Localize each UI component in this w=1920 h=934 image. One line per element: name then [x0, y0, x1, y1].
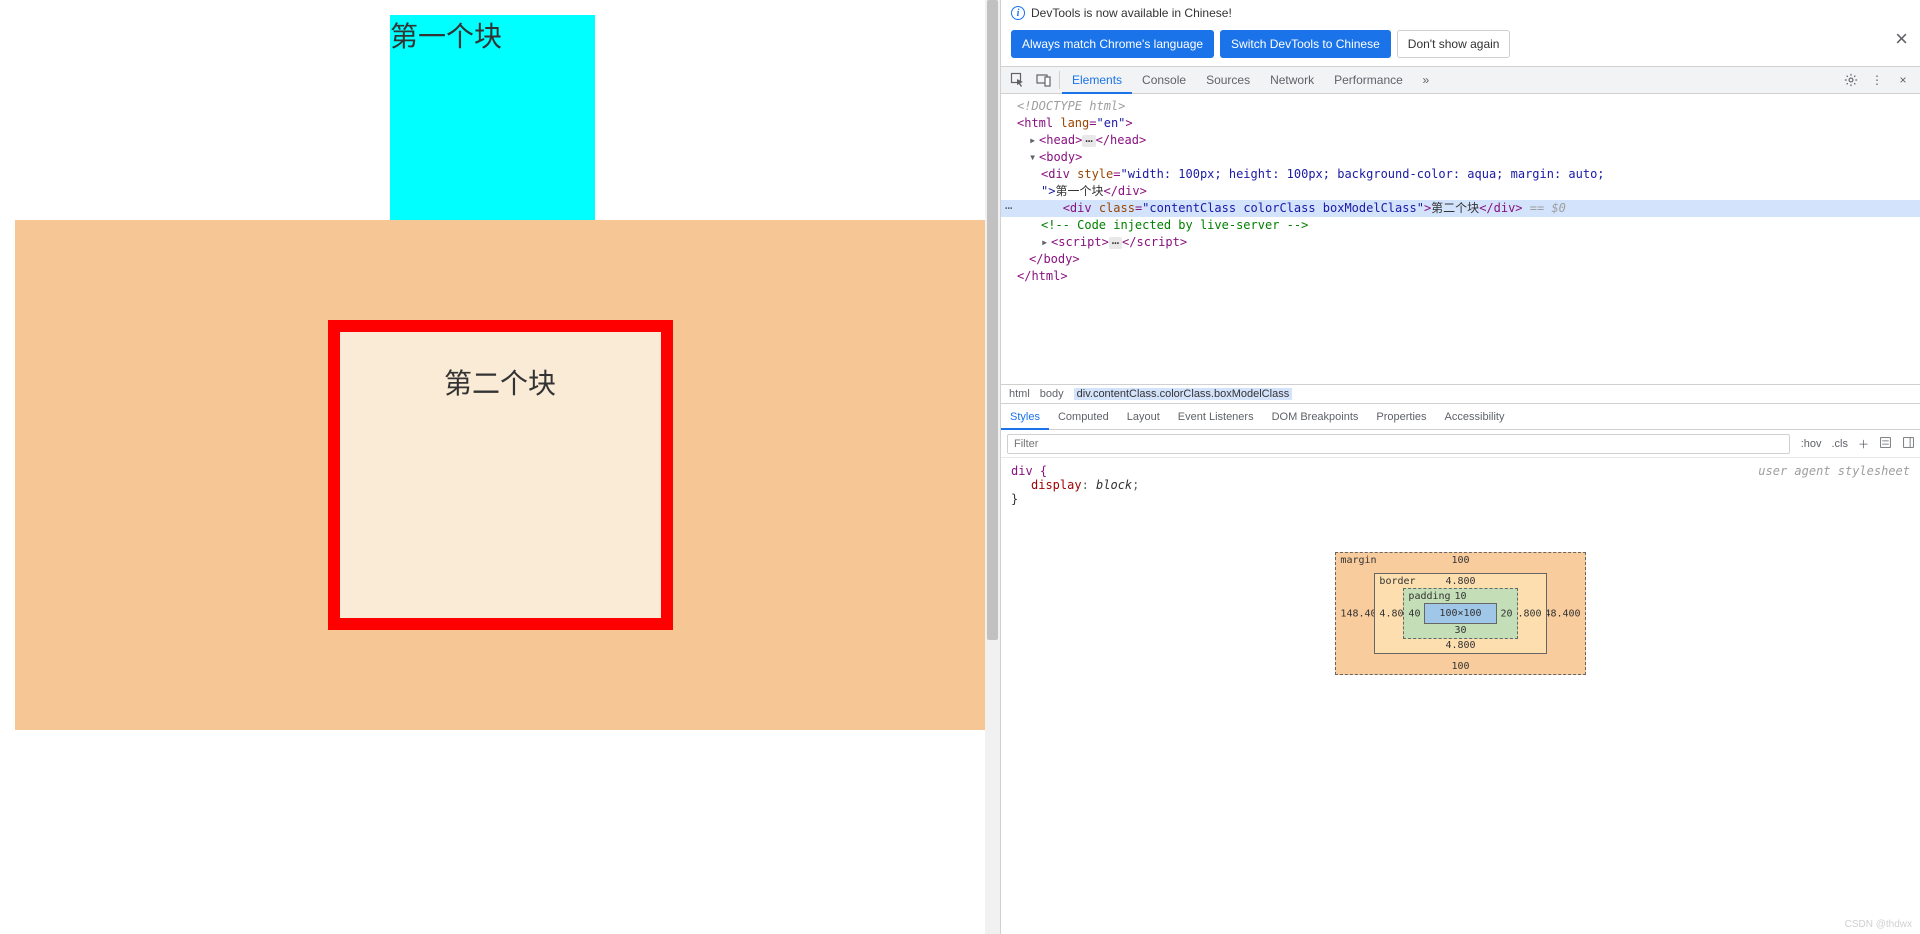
info-message: DevTools is now available in Chinese!: [1031, 6, 1232, 20]
padding-label: padding: [1408, 591, 1450, 602]
tab-sources[interactable]: Sources: [1196, 66, 1260, 94]
box-model-content[interactable]: 100×100: [1424, 603, 1496, 624]
breadcrumb-div[interactable]: div.contentClass.colorClass.boxModelClas…: [1074, 388, 1293, 400]
dom-div1-close[interactable]: ">第一个块</div>: [1001, 183, 1920, 200]
device-toolbar-icon[interactable]: [1031, 67, 1057, 93]
dom-html-open[interactable]: <html lang="en">: [1001, 115, 1920, 132]
page-preview: 第一个块 第二个块: [0, 0, 1000, 934]
dom-body-open[interactable]: ▾<body>: [1001, 149, 1920, 166]
more-tabs-icon[interactable]: »: [1413, 67, 1439, 93]
border-label: border: [1379, 576, 1415, 587]
devtools-panel: i DevTools is now available in Chinese! …: [1000, 0, 1920, 934]
styles-filter-row: :hov .cls ＋: [1001, 430, 1920, 458]
css-declaration[interactable]: display: block;: [1031, 478, 1910, 492]
toggle-sidebar-icon[interactable]: [1897, 436, 1920, 452]
block-2: 第二个块: [328, 320, 673, 630]
margin-label: margin: [1340, 555, 1376, 566]
language-buttons: Always match Chrome's language Switch De…: [1001, 26, 1920, 66]
tab-console[interactable]: Console: [1132, 66, 1196, 94]
dom-doctype[interactable]: <!DOCTYPE html>: [1001, 98, 1920, 115]
page-scrollbar[interactable]: [985, 0, 1000, 934]
dom-comment[interactable]: <!-- Code injected by live-server -->: [1001, 217, 1920, 234]
styles-body[interactable]: user agent stylesheet div { display: blo…: [1001, 458, 1920, 512]
dom-script[interactable]: ▸<script>⋯</script>: [1001, 234, 1920, 251]
close-icon[interactable]: ×: [1895, 26, 1908, 52]
separator: [1059, 71, 1060, 89]
box-model-border[interactable]: border 4.800 4.800 4.800 4.800 padding 1…: [1374, 573, 1546, 654]
tab-performance[interactable]: Performance: [1324, 66, 1413, 94]
block-2-margin-area: 第二个块: [15, 220, 985, 730]
dom-head[interactable]: ▸<head>⋯</head>: [1001, 132, 1920, 149]
cls-toggle[interactable]: .cls: [1827, 438, 1854, 450]
border-bottom-value[interactable]: 4.800: [1445, 640, 1475, 651]
subtab-layout[interactable]: Layout: [1118, 404, 1169, 430]
styles-sub-tabs: Styles Computed Layout Event Listeners D…: [1001, 404, 1920, 430]
inspect-element-icon[interactable]: [1005, 67, 1031, 93]
padding-left-value[interactable]: 40: [1408, 608, 1420, 619]
padding-right-value[interactable]: 20: [1501, 608, 1513, 619]
subtab-accessibility[interactable]: Accessibility: [1436, 404, 1514, 430]
subtab-styles[interactable]: Styles: [1001, 404, 1049, 430]
margin-bottom-value[interactable]: 100: [1451, 661, 1469, 672]
padding-bottom-value[interactable]: 30: [1454, 625, 1466, 636]
subtab-dom-breakpoints[interactable]: DOM Breakpoints: [1263, 404, 1368, 430]
box-model-diagram[interactable]: margin 100 100 148.400 148.400 border 4.…: [1001, 512, 1920, 934]
user-agent-stylesheet-label: user agent stylesheet: [1758, 464, 1910, 478]
box-model-padding[interactable]: padding 10 30 40 20 100×100: [1403, 588, 1517, 639]
subtab-computed[interactable]: Computed: [1049, 404, 1118, 430]
padding-top-value[interactable]: 10: [1454, 591, 1466, 602]
subtab-event-listeners[interactable]: Event Listeners: [1169, 404, 1263, 430]
new-style-rule-icon[interactable]: ＋: [1853, 436, 1874, 452]
margin-top-value[interactable]: 100: [1451, 555, 1469, 566]
breadcrumb-body[interactable]: body: [1040, 388, 1064, 400]
switch-to-chinese-button[interactable]: Switch DevTools to Chinese: [1220, 30, 1391, 58]
block-1: 第一个块: [390, 15, 595, 220]
box-model-margin[interactable]: margin 100 100 148.400 148.400 border 4.…: [1335, 552, 1585, 675]
tab-elements[interactable]: Elements: [1062, 66, 1132, 94]
kebab-menu-icon[interactable]: ⋮: [1864, 67, 1890, 93]
filter-input[interactable]: [1007, 434, 1790, 454]
subtab-properties[interactable]: Properties: [1367, 404, 1435, 430]
computed-styles-icon[interactable]: [1874, 436, 1897, 452]
breadcrumb-html[interactable]: html: [1009, 388, 1030, 400]
border-top-value[interactable]: 4.800: [1445, 576, 1475, 587]
dom-div2-selected[interactable]: <div class="contentClass colorClass boxM…: [1001, 200, 1920, 217]
dom-tree[interactable]: <!DOCTYPE html> <html lang="en"> ▸<head>…: [1001, 94, 1920, 384]
hov-toggle[interactable]: :hov: [1796, 438, 1827, 450]
css-close-brace: }: [1011, 492, 1910, 506]
breadcrumb: html body div.contentClass.colorClass.bo…: [1001, 384, 1920, 404]
tab-network[interactable]: Network: [1260, 66, 1324, 94]
always-match-language-button[interactable]: Always match Chrome's language: [1011, 30, 1214, 58]
dont-show-again-button[interactable]: Don't show again: [1397, 30, 1511, 58]
watermark: CSDN @thdwx: [1845, 919, 1912, 930]
close-devtools-icon[interactable]: ×: [1890, 67, 1916, 93]
info-icon: i: [1011, 6, 1025, 20]
dom-html-close[interactable]: </html>: [1001, 268, 1920, 285]
language-info-bar: i DevTools is now available in Chinese! …: [1001, 0, 1920, 26]
dom-body-close[interactable]: </body>: [1001, 251, 1920, 268]
gear-icon[interactable]: [1838, 67, 1864, 93]
scrollbar-thumb[interactable]: [987, 0, 998, 640]
dom-div1-open[interactable]: <div style="width: 100px; height: 100px;…: [1001, 166, 1920, 183]
devtools-tab-bar: Elements Console Sources Network Perform…: [1001, 66, 1920, 94]
